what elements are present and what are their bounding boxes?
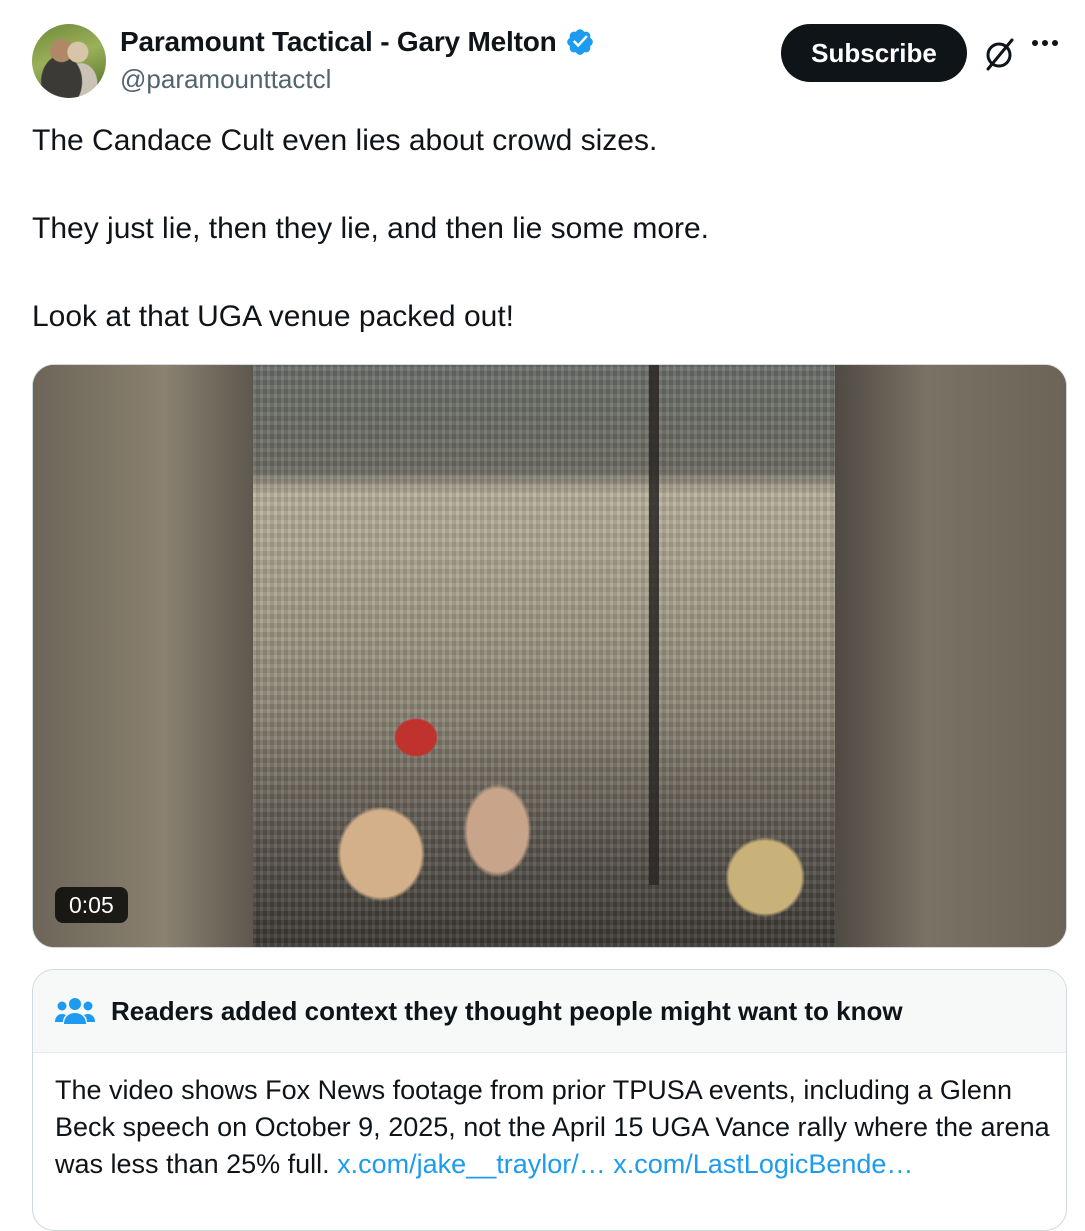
author-display-name[interactable]: Paramount Tactical - Gary Melton [120,26,557,58]
more-icon[interactable] [1032,40,1058,46]
author-name-row: Paramount Tactical - Gary Melton [120,26,595,58]
tweet-text-line: They just lie, then they lie, and then l… [32,212,710,245]
author-avatar[interactable] [32,24,106,98]
verified-badge-icon [566,29,593,55]
video-timestamp: 0:05 [55,887,128,923]
video-player[interactable]: 0:05 [32,364,1067,948]
tweet-text-line: The Candace Cult even lies about crowd s… [32,124,658,157]
grok-icon[interactable] [984,36,1016,72]
community-note-title: Readers added context they thought peopl… [111,995,903,1026]
community-note-link[interactable]: x.com/LastLogicBende… [613,1149,913,1179]
subscribe-button[interactable]: Subscribe [781,24,967,82]
community-note: Readers added context they thought peopl… [32,969,1067,1231]
video-blur-left [33,365,253,947]
video-frame[interactable] [253,365,835,947]
community-note-link[interactable]: x.com/jake__traylor/… [337,1149,606,1179]
people-icon [55,998,95,1024]
author-handle[interactable]: @paramounttactcl [120,64,331,95]
tweet-text-line: Look at that UGA venue packed out! [32,300,514,333]
community-note-header: Readers added context they thought peopl… [33,970,1066,1053]
video-blur-right [835,365,1066,947]
video-pole [649,365,659,885]
community-note-body: The video shows Fox News footage from pr… [55,1072,1055,1183]
